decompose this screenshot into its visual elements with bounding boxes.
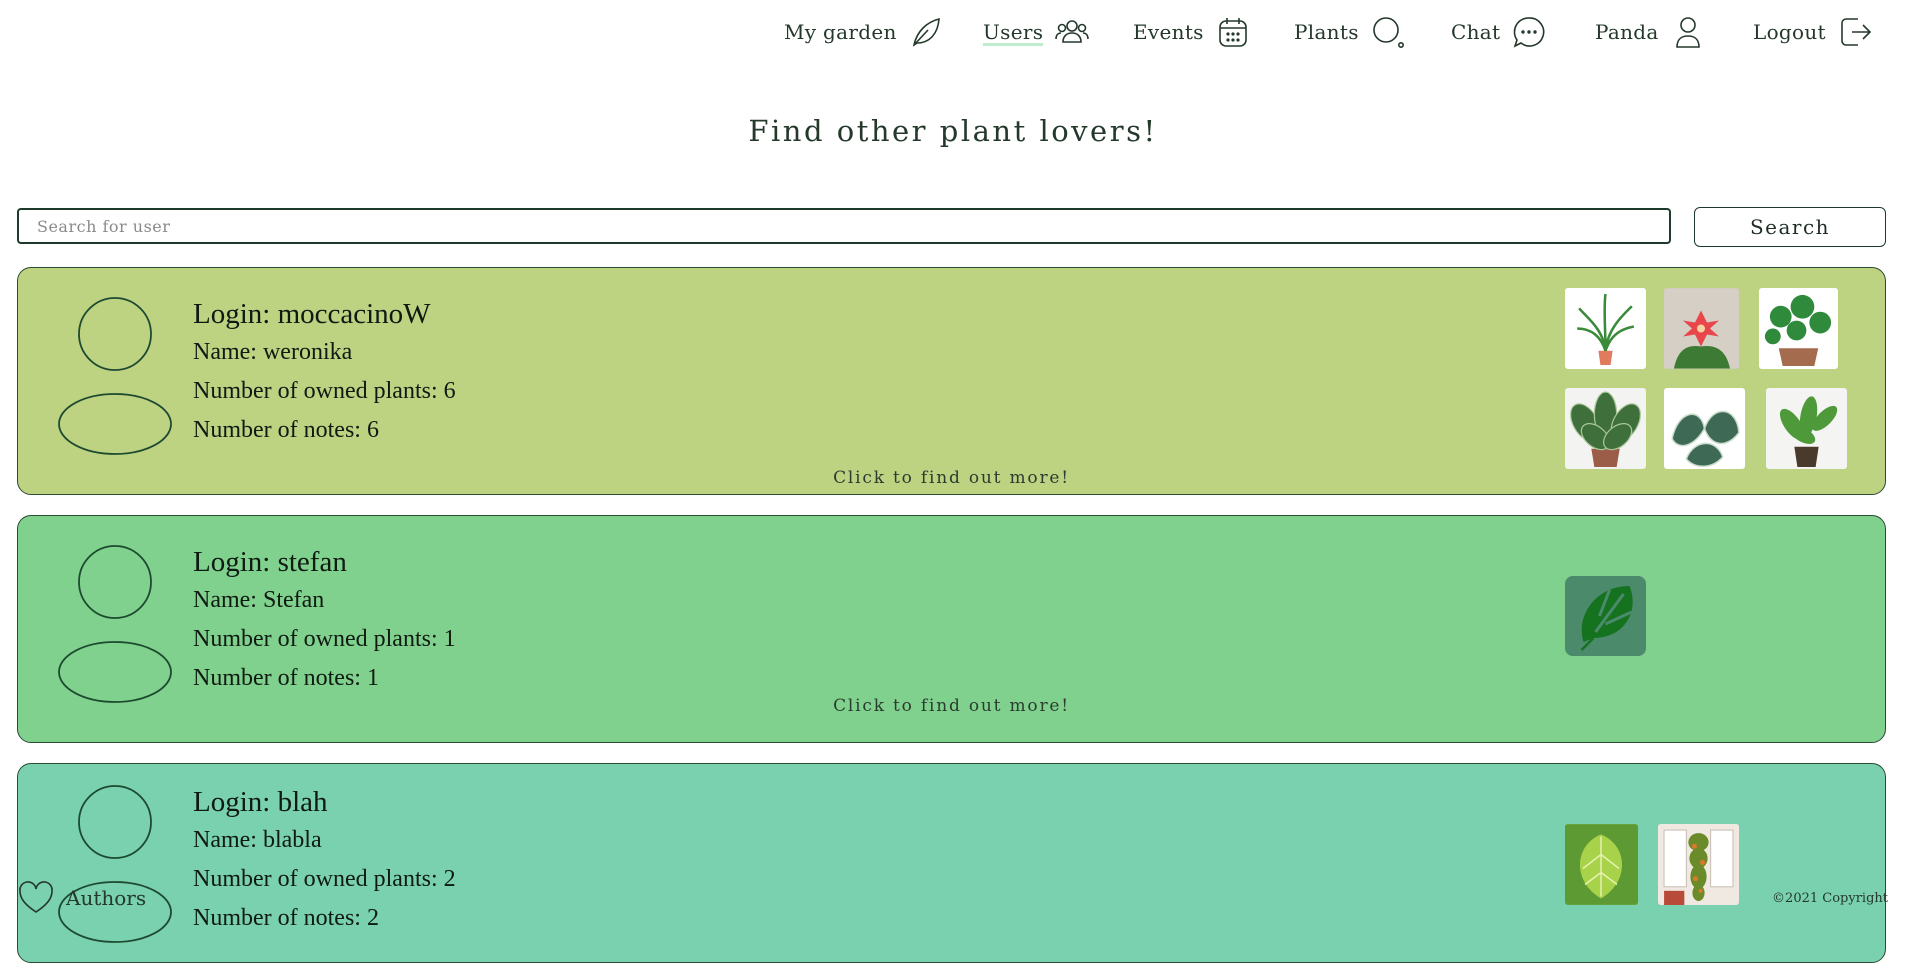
logout-icon [1841,18,1872,46]
nav-label-logout: Logout [1753,20,1826,44]
page-title: Find other plant lovers! [748,114,1158,148]
nav-label-users: Users [983,20,1044,46]
nav-profile[interactable]: Panda [1595,12,1705,52]
user-login: Login: stefan [193,546,347,578]
user-name: Name: weronika [193,339,353,365]
nav-plants[interactable]: Plants [1294,12,1405,52]
monstera-leaf-image [1565,576,1646,656]
user-info: Login: stefan Name: Stefan Number of own… [193,546,456,704]
user-info: Login: blah Name: blabla Number of owned… [193,786,456,944]
chat-icon [1513,17,1545,48]
user-plant-count: Number of owned plants: 1 [193,626,456,652]
plant-thumbnail[interactable] [1664,288,1739,369]
user-note-count: Number of notes: 6 [193,417,379,443]
user-plant-count: Number of owned plants: 2 [193,866,456,892]
plant-thumbnail[interactable] [1565,388,1646,469]
calendar-icon [1218,18,1247,47]
find-out-more-link[interactable]: Click to find out more! [18,468,1885,488]
user-note-count: Number of notes: 1 [193,665,379,691]
plant-thumbnail[interactable] [1565,288,1646,369]
search-button[interactable]: Search [1694,207,1886,247]
users-icon [1055,20,1090,43]
authors-label: Authors [66,886,147,910]
search-icon [1372,17,1404,48]
avatar-icon [58,297,172,455]
nav-chat[interactable]: Chat [1451,12,1546,52]
user-name: Name: Stefan [193,587,325,613]
avatar-icon [58,545,172,703]
authors-link[interactable]: Authors [18,880,146,916]
user-card[interactable]: Login: moccacinoW Name: weronika Number … [17,267,1886,495]
find-out-more-link[interactable]: Click to find out more! [18,696,1885,716]
palm-plant-image [1577,293,1635,365]
user-icon [1675,17,1700,48]
avatar [58,784,176,944]
calathea-plant-image [1570,391,1641,467]
plant-thumbnail[interactable] [1565,576,1646,656]
caladium-leaf-image [1565,824,1638,905]
avatar [58,544,176,704]
user-card[interactable]: Login: blah Name: blabla Number of owned… [17,763,1886,963]
dieffenbachia-plant-image [1779,396,1838,467]
nav-events[interactable]: Events [1133,12,1250,52]
flowering-cactus-image [1664,288,1739,369]
hanging-plant-image [1658,824,1739,905]
avatar [58,296,176,456]
nav-users[interactable]: Users [983,12,1090,52]
nav-my-garden[interactable]: My garden [784,12,943,52]
heart-icon [19,881,53,913]
nav-label-my-garden: My garden [784,20,897,44]
user-note-count: Number of notes: 2 [193,905,379,931]
user-name: Name: blabla [193,827,322,853]
nav-label-profile: Panda [1595,20,1659,44]
plant-thumbnail[interactable] [1766,388,1847,469]
user-login: Login: blah [193,786,328,818]
nav-label-events: Events [1133,20,1204,44]
plant-thumbnail[interactable] [1565,824,1638,905]
leaf-icon [912,17,940,47]
nav-label-plants: Plants [1294,20,1359,44]
plant-thumbnail[interactable] [1759,288,1838,369]
nav-logout[interactable]: Logout [1753,12,1872,52]
user-plant-count: Number of owned plants: 6 [193,378,456,404]
pilea-plant-image [1764,294,1832,367]
top-navigation: My garden Users Events Plants Chat Panda… [0,0,1906,64]
plant-thumbnail[interactable] [1658,824,1739,905]
user-card[interactable]: Login: stefan Name: Stefan Number of own… [17,515,1886,743]
alocasia-plant-image [1671,410,1740,467]
nav-label-chat: Chat [1451,20,1501,44]
copyright-notice: ©2021 Copyright [1772,891,1888,906]
plant-thumbnail[interactable] [1664,388,1745,469]
user-info: Login: moccacinoW Name: weronika Number … [193,298,456,456]
user-login: Login: moccacinoW [193,298,431,330]
search-input[interactable] [17,208,1671,244]
avatar-icon [58,785,172,943]
